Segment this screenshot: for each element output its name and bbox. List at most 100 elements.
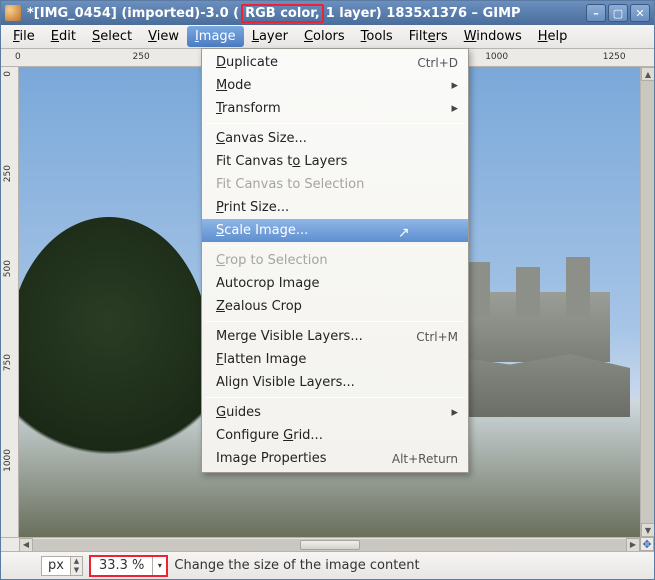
vertical-scrollbar[interactable]: ▲ ▼ bbox=[640, 67, 654, 537]
menuitem-label: Fit Canvas to Selection bbox=[216, 177, 364, 192]
horizontal-scrollbar[interactable]: ◀ ▶ bbox=[19, 537, 640, 551]
menuitem-flatten-image[interactable]: Flatten Image bbox=[202, 348, 468, 371]
menuitem-label: Print Size... bbox=[216, 200, 289, 215]
status-hint: Change the size of the image content bbox=[174, 558, 419, 573]
vruler-tick: 0 bbox=[3, 71, 13, 77]
titlebar[interactable]: *[IMG_0454] (imported)-3.0 ( RGB color, … bbox=[1, 1, 654, 25]
vscroll-track[interactable] bbox=[641, 81, 654, 523]
navigation-corner-icon[interactable]: ✥ bbox=[640, 537, 654, 551]
menu-separator bbox=[206, 245, 464, 246]
maximize-button[interactable]: ▢ bbox=[608, 4, 628, 22]
hruler-tick: 1250 bbox=[603, 52, 626, 62]
menuitem-label: Image Properties bbox=[216, 451, 327, 466]
scroll-up-arrow-icon[interactable]: ▲ bbox=[641, 67, 654, 81]
menuitem-label: Scale Image... bbox=[216, 223, 308, 238]
submenu-arrow-icon: ▸ bbox=[451, 101, 458, 116]
cursor-icon: ↖ bbox=[398, 225, 410, 241]
canvas-tree-shape bbox=[19, 217, 209, 477]
menuitem-merge-visible-layers[interactable]: Merge Visible Layers... Ctrl+M bbox=[202, 325, 468, 348]
vruler-tick: 750 bbox=[3, 354, 13, 371]
menuitem-shortcut: Ctrl+M bbox=[416, 330, 458, 344]
menu-separator bbox=[206, 397, 464, 398]
zoom-selector[interactable]: 33.3 % ▾ bbox=[89, 555, 168, 577]
zoom-value: 33.3 % bbox=[91, 558, 152, 573]
menuitem-mode[interactable]: Mode ▸ bbox=[202, 74, 468, 97]
hscroll-track[interactable] bbox=[33, 539, 626, 551]
app-window: *[IMG_0454] (imported)-3.0 ( RGB color, … bbox=[0, 0, 655, 580]
menubar: FileEditSelectViewImageLayerColorsToolsF… bbox=[1, 25, 654, 49]
chevron-up-icon[interactable]: ▲ bbox=[71, 557, 82, 566]
menuitem-configure-grid[interactable]: Configure Grid... bbox=[202, 424, 468, 447]
menuitem-fit-canvas-to-selection: Fit Canvas to Selection bbox=[202, 173, 468, 196]
menu-separator bbox=[206, 123, 464, 124]
window-title: *[IMG_0454] (imported)-3.0 ( RGB color, … bbox=[27, 4, 584, 23]
menu-windows[interactable]: Windows bbox=[456, 26, 530, 47]
menuitem-image-properties[interactable]: Image Properties Alt+Return bbox=[202, 447, 468, 470]
menu-colors[interactable]: Colors bbox=[296, 26, 353, 47]
minimize-button[interactable]: – bbox=[586, 4, 606, 22]
menuitem-label: Autocrop Image bbox=[216, 276, 319, 291]
menu-layer[interactable]: Layer bbox=[244, 26, 296, 47]
menu-file[interactable]: File bbox=[5, 26, 43, 47]
menuitem-print-size[interactable]: Print Size... bbox=[202, 196, 468, 219]
menuitem-guides[interactable]: Guides ▸ bbox=[202, 401, 468, 424]
menu-help[interactable]: Help bbox=[530, 26, 576, 47]
menu-view[interactable]: View bbox=[140, 26, 187, 47]
menu-select[interactable]: Select bbox=[84, 26, 140, 47]
vruler-tick: 500 bbox=[3, 260, 13, 277]
hscroll-thumb[interactable] bbox=[300, 540, 360, 550]
title-colormode-highlight: RGB color, bbox=[241, 4, 324, 23]
submenu-arrow-icon: ▸ bbox=[451, 405, 458, 420]
menuitem-label: Crop to Selection bbox=[216, 253, 328, 268]
title-pre: *[IMG_0454] (imported)-3.0 ( bbox=[27, 6, 239, 21]
menu-image[interactable]: Image bbox=[187, 26, 244, 47]
menuitem-label: Mode bbox=[216, 78, 251, 93]
ruler-corner-bl bbox=[1, 537, 19, 551]
zoom-dropdown-icon[interactable]: ▾ bbox=[152, 557, 166, 575]
menu-separator bbox=[206, 321, 464, 322]
scroll-down-arrow-icon[interactable]: ▼ bbox=[641, 523, 654, 537]
menuitem-scale-image[interactable]: Scale Image... ↖ bbox=[202, 219, 468, 242]
menuitem-label: Transform bbox=[216, 101, 281, 116]
scroll-right-arrow-icon[interactable]: ▶ bbox=[626, 538, 640, 552]
vruler-tick: 1000 bbox=[3, 449, 13, 472]
menuitem-duplicate[interactable]: Duplicate Ctrl+D bbox=[202, 51, 468, 74]
menuitem-transform[interactable]: Transform ▸ bbox=[202, 97, 468, 120]
close-button[interactable]: ✕ bbox=[630, 4, 650, 22]
hruler-tick: 250 bbox=[133, 52, 150, 62]
menuitem-label: Fit Canvas to Layers bbox=[216, 154, 347, 169]
menuitem-autocrop-image[interactable]: Autocrop Image bbox=[202, 272, 468, 295]
gimp-app-icon bbox=[5, 5, 21, 21]
menuitem-align-visible-layers[interactable]: Align Visible Layers... bbox=[202, 371, 468, 394]
menu-edit[interactable]: Edit bbox=[43, 26, 84, 47]
menuitem-canvas-size[interactable]: Canvas Size... bbox=[202, 127, 468, 150]
statusbar: px ▲▼ 33.3 % ▾ Change the size of the im… bbox=[1, 551, 654, 579]
menuitem-label: Configure Grid... bbox=[216, 428, 323, 443]
hscroll-row: ◀ ▶ ✥ bbox=[1, 537, 654, 551]
menuitem-zealous-crop[interactable]: Zealous Crop bbox=[202, 295, 468, 318]
scroll-left-arrow-icon[interactable]: ◀ bbox=[19, 538, 33, 552]
menuitem-label: Zealous Crop bbox=[216, 299, 302, 314]
menuitem-label: Align Visible Layers... bbox=[216, 375, 355, 390]
menu-filters[interactable]: Filters bbox=[401, 26, 456, 47]
chevron-down-icon[interactable]: ▼ bbox=[71, 566, 82, 575]
unit-selector[interactable]: px ▲▼ bbox=[41, 556, 83, 576]
unit-value: px bbox=[42, 558, 70, 573]
menuitem-label: Canvas Size... bbox=[216, 131, 307, 146]
menuitem-shortcut: Alt+Return bbox=[392, 452, 458, 466]
image-dropdown-menu: Duplicate Ctrl+D Mode ▸ Transform ▸ Canvas Siz… bbox=[201, 48, 469, 473]
menuitem-fit-canvas-to-layers[interactable]: Fit Canvas to Layers bbox=[202, 150, 468, 173]
menuitem-label: Merge Visible Layers... bbox=[216, 329, 363, 344]
title-post: 1 layer) 1835x1376 – GIMP bbox=[326, 6, 521, 21]
menuitem-label: Flatten Image bbox=[216, 352, 306, 367]
menuitem-crop-to-selection: Crop to Selection bbox=[202, 249, 468, 272]
vruler-tick: 250 bbox=[3, 165, 13, 182]
menuitem-shortcut: Ctrl+D bbox=[417, 56, 458, 70]
menuitem-label: Guides bbox=[216, 405, 261, 420]
menuitem-label: Duplicate bbox=[216, 55, 278, 70]
ruler-vertical[interactable]: 0 250 500 750 1000 bbox=[1, 67, 19, 537]
menu-tools[interactable]: Tools bbox=[353, 26, 401, 47]
unit-spinner[interactable]: ▲▼ bbox=[70, 557, 82, 575]
submenu-arrow-icon: ▸ bbox=[451, 78, 458, 93]
hruler-tick: 1000 bbox=[485, 52, 508, 62]
